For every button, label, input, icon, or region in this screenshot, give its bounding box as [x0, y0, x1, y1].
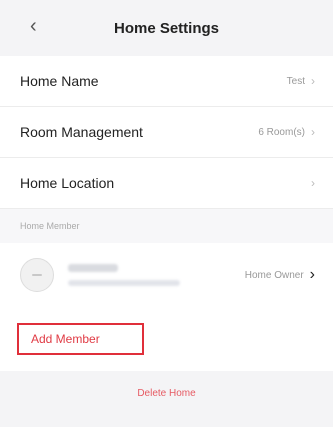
room-management-row[interactable]: Room Management 6 Room(s) › — [0, 107, 333, 158]
home-member-section-label: Home Member — [0, 209, 333, 243]
home-location-label: Home Location — [20, 175, 115, 191]
member-email-redacted — [68, 280, 180, 286]
chevron-right-icon: › — [309, 266, 315, 283]
room-count-value: 6 Room(s) — [258, 126, 305, 138]
room-management-label: Room Management — [20, 124, 143, 140]
chevron-right-icon: › — [311, 74, 315, 88]
member-row[interactable]: Home Owner › — [0, 243, 333, 307]
member-name-redacted — [68, 264, 118, 272]
add-member-row: Add Member — [0, 307, 333, 371]
add-member-button[interactable]: Add Member — [17, 323, 144, 355]
home-location-row[interactable]: Home Location › — [0, 158, 333, 209]
back-chevron-icon[interactable]: ‹ — [30, 16, 37, 36]
settings-card: Home Name Test › Room Management 6 Room(… — [0, 56, 333, 371]
delete-home-button[interactable]: Delete Home — [0, 388, 333, 399]
home-name-row[interactable]: Home Name Test › — [0, 56, 333, 107]
avatar-face-icon — [32, 274, 42, 276]
chevron-right-icon: › — [311, 125, 315, 139]
header: ‹ Home Settings — [0, 0, 333, 56]
home-name-label: Home Name — [20, 73, 99, 89]
member-role: Home Owner — [244, 269, 304, 281]
member-info — [68, 264, 245, 286]
avatar — [20, 258, 54, 292]
page-title: Home Settings — [113, 19, 219, 37]
home-name-value: Test — [286, 75, 305, 87]
chevron-right-icon: › — [311, 176, 315, 190]
